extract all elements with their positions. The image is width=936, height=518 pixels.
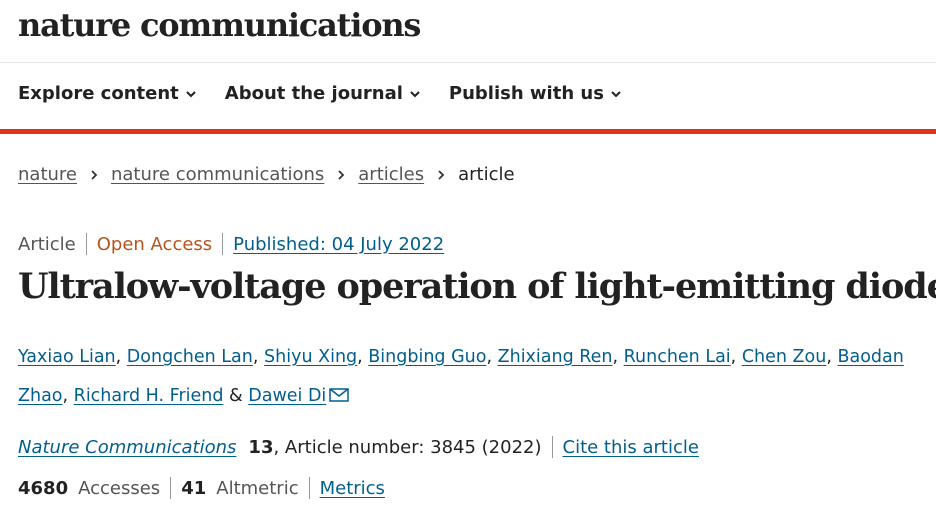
- author-list: Yaxiao Lian, Dongchen Lan, Shiyu Xing, B…: [18, 347, 904, 406]
- author-link[interactable]: Chen Zou: [742, 347, 827, 367]
- author-link[interactable]: Bingbing Guo: [368, 347, 486, 367]
- email-icon[interactable]: [329, 378, 350, 402]
- chevron-down-icon: [409, 88, 421, 100]
- nav-item-label: About the journal: [224, 83, 403, 104]
- accesses-count: 4680: [18, 477, 69, 499]
- citation-line: Nature Communications 13 , Article numbe…: [18, 436, 699, 458]
- author-link[interactable]: Yaxiao Lian: [18, 347, 116, 367]
- nav-about-the-journal[interactable]: About the journal: [225, 83, 421, 104]
- article-meta: Article Open Access Published: 04 July 2…: [18, 233, 444, 255]
- author-link[interactable]: Zhixiang Ren: [498, 347, 613, 367]
- metrics-divider: [308, 477, 310, 499]
- header-divider: [0, 62, 936, 63]
- chevron-right-icon: [336, 169, 346, 181]
- nav-item-label: Explore content: [18, 83, 179, 104]
- accesses-label: Accesses: [78, 477, 161, 499]
- breadcrumb: nature nature communications articles ar…: [18, 164, 515, 185]
- meta-divider: [85, 233, 87, 255]
- published-date-link[interactable]: Published: 04 July 2022: [233, 234, 444, 255]
- metrics-link[interactable]: Metrics: [320, 478, 385, 499]
- author-link[interactable]: Richard H. Friend: [74, 386, 224, 406]
- cite-this-article-link[interactable]: Cite this article: [563, 437, 699, 458]
- author-link[interactable]: Runchen Lai: [624, 347, 731, 367]
- article-title: Ultralow-voltage operation of light-emit…: [18, 266, 936, 307]
- chevron-down-icon: [610, 88, 622, 100]
- volume-number: 13: [248, 436, 274, 458]
- meta-divider: [222, 233, 224, 255]
- journal-logo[interactable]: nature communications: [18, 6, 421, 44]
- journal-link[interactable]: Nature Communications: [18, 437, 236, 458]
- metrics-divider: [170, 477, 172, 499]
- article-metrics: 4680 Accesses 41 Altmetric Metrics: [18, 477, 385, 499]
- author-link[interactable]: Dawei Di: [248, 386, 326, 406]
- altmetric-count: 41: [181, 477, 207, 499]
- breadcrumb-current: article: [458, 164, 515, 185]
- chevron-down-icon: [185, 88, 197, 100]
- author-link[interactable]: Shiyu Xing: [264, 347, 357, 367]
- citation-divider: [551, 436, 553, 458]
- chevron-right-icon: [436, 169, 446, 181]
- altmetric-label: Altmetric: [216, 477, 299, 499]
- nav-item-label: Publish with us: [448, 83, 604, 104]
- article-type: Article: [18, 233, 76, 255]
- main-nav: Explore content About the journal Publis…: [18, 83, 622, 104]
- breadcrumb-nature-communications[interactable]: nature communications: [111, 164, 324, 185]
- nav-publish-with-us[interactable]: Publish with us: [449, 83, 622, 104]
- nav-explore-content[interactable]: Explore content: [18, 83, 197, 104]
- article-number: , Article number: 3845 (2022): [273, 436, 542, 458]
- author-link[interactable]: Dongchen Lan: [127, 347, 253, 367]
- chevron-right-icon: [89, 169, 99, 181]
- breadcrumb-nature[interactable]: nature: [18, 164, 77, 185]
- open-access-badge: Open Access: [96, 233, 213, 255]
- accent-bar: [0, 129, 936, 134]
- breadcrumb-articles[interactable]: articles: [358, 164, 424, 185]
